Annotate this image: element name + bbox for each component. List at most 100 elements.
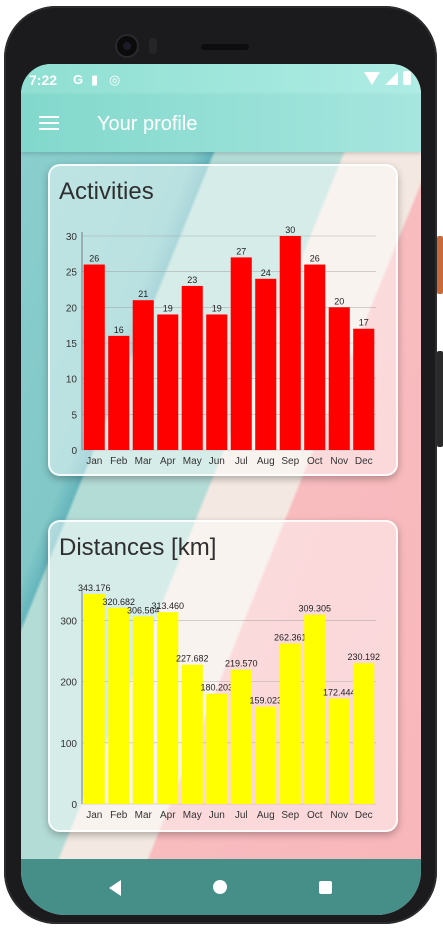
x-tick-label: Mar [135,456,153,467]
distances-card: Distances [km] 0 100 200 300 343.176 Jan 320.6… [48,520,398,832]
y-tick-label: 20 [66,303,78,314]
x-tick-label: Nov [330,810,348,821]
x-tick-label: May [183,810,202,821]
bar-jul [230,669,252,804]
bar-value-label: 26 [89,254,99,264]
x-tick-label: May [183,456,202,467]
bar-value-label: 309.305 [298,604,331,614]
y-tick-label: 0 [71,800,77,811]
bar-aug [255,706,277,804]
y-tick-label: 0 [71,446,77,457]
battery-icon [403,71,411,85]
home-icon[interactable] [213,880,227,894]
bar-value-label: 30 [285,225,295,235]
power-button[interactable] [437,236,443,294]
bar-value-label: 180.203 [200,683,233,693]
bar-sep [279,643,301,804]
bar-jun [206,693,228,804]
x-tick-label: Sep [281,810,299,821]
status-right-icons [364,71,411,85]
status-bar: 7:22 G ▮ ◎ [21,64,421,94]
y-tick-label: 200 [60,678,77,689]
bar-value-label: 230.192 [347,652,380,662]
bar-jun [206,314,228,450]
menu-icon[interactable] [39,116,59,130]
screen: 7:22 G ▮ ◎ Your profile Activities 0 5 10 1… [21,64,421,915]
x-tick-label: Oct [307,456,323,467]
x-tick-label: Dec [355,810,373,821]
bar-jul [230,257,252,450]
bar-jan [83,594,105,804]
bar-value-label: 16 [114,325,124,335]
bar-value-label: 172.444 [323,687,356,697]
x-tick-label: Apr [160,456,176,467]
bar-value-label: 19 [212,303,222,313]
front-camera [117,36,137,56]
activities-card: Activities 0 5 10 15 20 25 30 26 Jan 16 Feb 21 Mar 19… [48,164,398,476]
bar-mar [132,300,154,450]
bar-may [181,285,203,450]
bar-value-label: 159.023 [249,696,282,706]
bar-oct [304,614,326,804]
bar-value-label: 262.361 [274,632,307,642]
signal-icon [385,71,398,85]
x-tick-label: Oct [307,810,323,821]
x-tick-label: Nov [330,456,348,467]
x-tick-label: Apr [160,810,176,821]
bar-value-label: 17 [359,318,369,328]
sensor [149,38,157,54]
bar-value-label: 27 [236,246,246,256]
y-tick-label: 300 [60,616,77,627]
x-tick-label: Jun [209,810,225,821]
bar-value-label: 313.460 [151,601,184,611]
back-icon[interactable] [109,880,121,896]
y-tick-label: 15 [66,339,78,350]
bar-value-label: 24 [261,268,271,278]
bar-value-label: 227.682 [176,654,209,664]
bar-sep [279,236,301,450]
sync-icon: ◎ [109,72,121,87]
x-tick-label: Sep [281,456,299,467]
x-tick-label: Feb [110,456,128,467]
bar-value-label: 21 [138,289,148,299]
bar-apr [157,612,179,804]
y-tick-label: 25 [66,268,78,279]
x-tick-label: Jan [86,456,102,467]
y-tick-label: 30 [66,232,78,243]
activities-chart: 0 5 10 15 20 25 30 26 Jan 16 Feb 21 Mar 19 Apr 23 May 19 J… [66,225,376,467]
x-tick-label: Aug [257,810,275,821]
volume-button[interactable] [437,351,443,447]
bar-value-label: 20 [334,296,344,306]
app-bar: Your profile [21,94,421,152]
bar-value-label: 19 [163,303,173,313]
bar-mar [132,616,154,804]
distances-chart: 0100200300343.176Jan320.682Feb306.564Mar… [60,583,380,821]
clipboard-icon: ▮ [91,72,99,87]
bar-apr [157,314,179,450]
page-title: Your profile [97,113,198,135]
x-tick-label: Feb [110,810,128,821]
bar-nov [328,698,350,804]
y-tick-label: 10 [66,375,78,386]
x-tick-label: Mar [135,810,153,821]
earpiece-speaker [201,44,249,50]
bar-nov [328,307,350,450]
x-tick-label: Jan [86,810,102,821]
y-tick-label: 100 [60,739,77,750]
google-icon: G [73,72,84,87]
navigation-bar [21,859,421,915]
status-time: 7:22 [29,72,58,88]
x-tick-label: Jul [235,456,248,467]
y-tick-label: 5 [71,410,77,421]
recent-apps-icon[interactable] [319,881,332,894]
bar-value-label: 219.570 [225,659,258,669]
bar-jan [83,264,105,450]
x-tick-label: Jul [235,810,248,821]
bar-value-label: 23 [187,275,197,285]
bar-value-label: 26 [310,254,320,264]
bar-value-label: 343.176 [78,583,111,593]
x-tick-label: Aug [257,456,275,467]
x-tick-label: Jun [209,456,225,467]
bar-dec [353,663,375,804]
x-tick-label: Dec [355,456,373,467]
